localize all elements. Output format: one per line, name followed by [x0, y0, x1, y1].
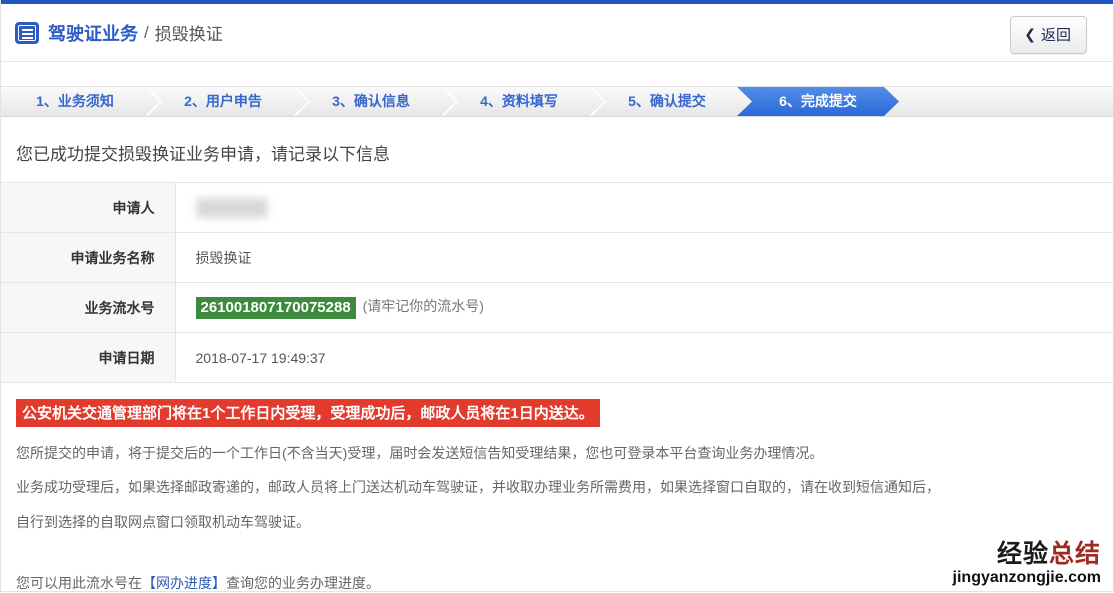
table-row-serial-number: 业务流水号 261001807170075288 (请牢记你的流水号)	[1, 282, 1113, 333]
notice-paragraph-1: 您所提交的申请，将于提交后的一个工作日(不含当天)受理，届时会发送短信告知受理结…	[16, 445, 824, 461]
table-row-business-name: 申请业务名称 损毁换证	[1, 232, 1113, 283]
breadcrumb-service-category: 驾驶证业务	[48, 23, 138, 44]
step-4-fill-materials: 4、资料填写	[445, 87, 593, 116]
notice-paragraph-2-line-1: 业务成功受理后，如果选择邮政寄递的，邮政人员将上门送达机动车驾驶证，并收取办理业…	[16, 479, 940, 495]
watermark-cn-black: 经验	[996, 539, 1049, 568]
online-progress-link[interactable]: 【网办进度】	[142, 575, 226, 591]
progress-hint: 您可以用此流水号在【网办进度】查询您的业务办理进度。	[16, 573, 1098, 593]
breadcrumb-separator: /	[144, 22, 149, 42]
notice-paragraphs: 您所提交的申请，将于提交后的一个工作日(不含当天)受理，届时会发送短信告知受理结…	[16, 438, 1098, 540]
apply-date-label: 申请日期	[1, 332, 176, 383]
step-5-confirm-submit: 5、确认提交	[593, 87, 741, 116]
watermark-domain: jingyanzongjie.com	[952, 569, 1101, 587]
step-3-confirm-info: 3、确认信息	[297, 87, 445, 116]
chevron-left-icon: ❮	[1024, 26, 1036, 42]
application-info-table: 申请人 申请业务名称 损毁换证 业务流水号 261001807170075288…	[1, 182, 1113, 383]
progress-hint-prefix: 您可以用此流水号在	[16, 575, 142, 591]
business-name-value: 损毁换证	[174, 232, 1113, 283]
table-row-applicant: 申请人	[1, 182, 1113, 233]
breadcrumb-current-page: 损毁换证	[154, 25, 223, 44]
table-row-apply-date: 申请日期 2018-07-17 19:49:37	[1, 332, 1113, 383]
back-button[interactable]: ❮ 返回	[1010, 16, 1087, 54]
notice-paragraph-2-line-2: 自行到选择的自取网点窗口领取机动车驾驶证。	[16, 514, 310, 530]
redacted-name-blur	[195, 197, 268, 218]
page-header: 驾驶证业务 / 损毁换证 ❮ 返回	[1, 4, 1113, 62]
business-name-label: 申请业务名称	[1, 232, 176, 283]
step-6-complete-submit-active: 6、完成提交	[737, 87, 899, 116]
applicant-label: 申请人	[1, 182, 176, 233]
watermark-cn-red: 总结	[1048, 539, 1101, 568]
step-wizard: 1、业务须知 2、用户申告 3、确认信息 4、资料填写 5、确认提交 6、完成提…	[1, 86, 1113, 117]
applicant-value	[174, 182, 1113, 233]
apply-date-value: 2018-07-17 19:49:37	[174, 332, 1113, 383]
site-watermark: 经验总结 jingyanzongjie.com	[952, 539, 1101, 587]
serial-number-note: (请牢记你的流水号)	[362, 298, 484, 315]
watermark-cn-title: 经验总结	[953, 539, 1101, 569]
progress-hint-suffix: 查询您的业务办理进度。	[226, 575, 380, 591]
back-button-label: 返回	[1040, 27, 1071, 44]
page-container: 驾驶证业务 / 损毁换证 ❮ 返回 1、业务须知 2、用户申告 3、确认信息 4…	[0, 0, 1114, 592]
serial-number-badge: 261001807170075288	[195, 296, 356, 319]
step-1-business-notice: 1、业务须知	[1, 87, 149, 116]
warning-row: 公安机关交通管理部门将在1个工作日内受理，受理成功后，邮政人员将在1日内送达。	[16, 399, 1098, 427]
processing-time-warning: 公安机关交通管理部门将在1个工作日内受理，受理成功后，邮政人员将在1日内送达。	[16, 399, 600, 427]
success-message: 您已成功提交损毁换证业务申请，请记录以下信息	[16, 145, 390, 164]
serial-number-value: 261001807170075288 (请牢记你的流水号)	[174, 282, 1113, 333]
step-2-user-declaration: 2、用户申告	[149, 87, 297, 116]
serial-number-label: 业务流水号	[1, 282, 176, 333]
form-list-icon	[15, 21, 39, 44]
notice-paragraph-2: 业务成功受理后，如果选择邮政寄递的，邮政人员将上门送达机动车驾驶证，并收取办理业…	[16, 470, 1098, 540]
